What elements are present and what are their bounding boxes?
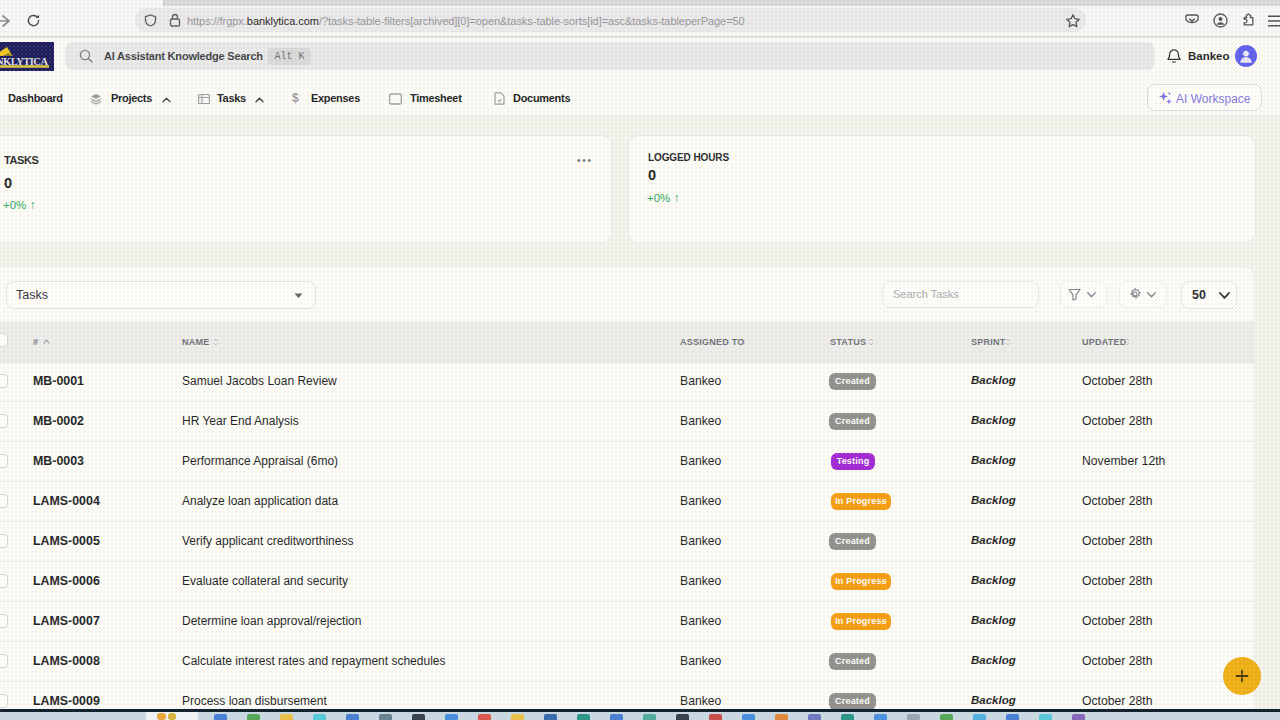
- svg-text:NKLYTICA: NKLYTICA: [0, 56, 48, 67]
